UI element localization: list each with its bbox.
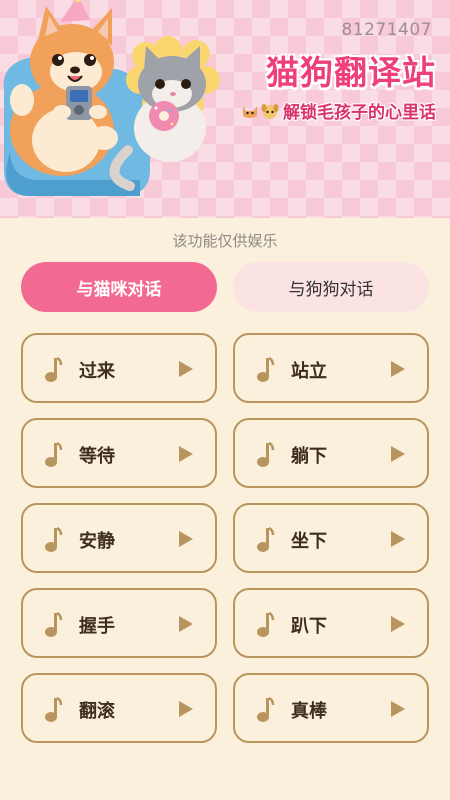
app-subtitle: 解锁毛孩子的心里话 <box>283 103 436 123</box>
command-button-quiet[interactable]: 安静 <box>21 503 217 573</box>
music-note-icon <box>45 527 63 552</box>
cat-face-icon <box>243 105 257 118</box>
play-icon <box>179 361 193 377</box>
play-icon <box>391 446 405 462</box>
play-icon <box>391 531 405 547</box>
pet-emojis <box>241 102 279 120</box>
command-button-stand[interactable]: 站立 <box>233 333 429 403</box>
command-label: 握手 <box>79 616 115 637</box>
command-button-sit[interactable]: 坐下 <box>233 503 429 573</box>
music-note-icon <box>257 442 275 467</box>
cat-dog-illustration <box>3 0 220 196</box>
command-label: 过来 <box>79 361 115 382</box>
command-label: 安静 <box>79 531 115 552</box>
subtitle-row: 解锁毛孩子的心里话 <box>241 98 436 123</box>
command-button-shake-hands[interactable]: 握手 <box>21 588 217 658</box>
play-icon <box>179 531 193 547</box>
music-note-icon <box>45 442 63 467</box>
command-label: 翻滚 <box>79 701 115 722</box>
music-note-icon <box>45 357 63 382</box>
music-note-icon <box>257 612 275 637</box>
play-icon <box>179 701 193 717</box>
music-note-icon <box>257 697 275 722</box>
entertainment-disclaimer: 该功能仅供娱乐 <box>172 232 278 250</box>
command-label: 等待 <box>79 446 115 467</box>
app-title: 猫狗翻译站 <box>266 53 436 92</box>
command-label: 趴下 <box>291 616 327 637</box>
tab-talk-with-dog[interactable]: 与狗狗对话 <box>233 262 429 312</box>
command-button-come[interactable]: 过来 <box>21 333 217 403</box>
play-icon <box>391 701 405 717</box>
play-icon <box>179 616 193 632</box>
command-button-wait[interactable]: 等待 <box>21 418 217 488</box>
header-banner: 81271407 猫狗翻译站 解锁毛孩子的心里话 <box>0 0 450 218</box>
user-id: 81271407 <box>341 20 432 40</box>
command-label: 真棒 <box>291 701 327 722</box>
play-icon <box>391 361 405 377</box>
command-label: 躺下 <box>291 446 327 467</box>
play-icon <box>179 446 193 462</box>
music-note-icon <box>45 697 63 722</box>
tab-talk-with-cat[interactable]: 与猫咪对话 <box>21 262 217 312</box>
dog-face-icon <box>261 103 279 119</box>
command-button-down[interactable]: 趴下 <box>233 588 429 658</box>
music-note-icon <box>257 357 275 382</box>
command-button-roll-over[interactable]: 翻滚 <box>21 673 217 743</box>
music-note-icon <box>257 527 275 552</box>
command-label: 站立 <box>291 361 327 382</box>
music-note-icon <box>45 612 63 637</box>
play-icon <box>391 616 405 632</box>
command-button-lie-down[interactable]: 躺下 <box>233 418 429 488</box>
command-button-good-job[interactable]: 真棒 <box>233 673 429 743</box>
command-label: 坐下 <box>291 531 327 552</box>
